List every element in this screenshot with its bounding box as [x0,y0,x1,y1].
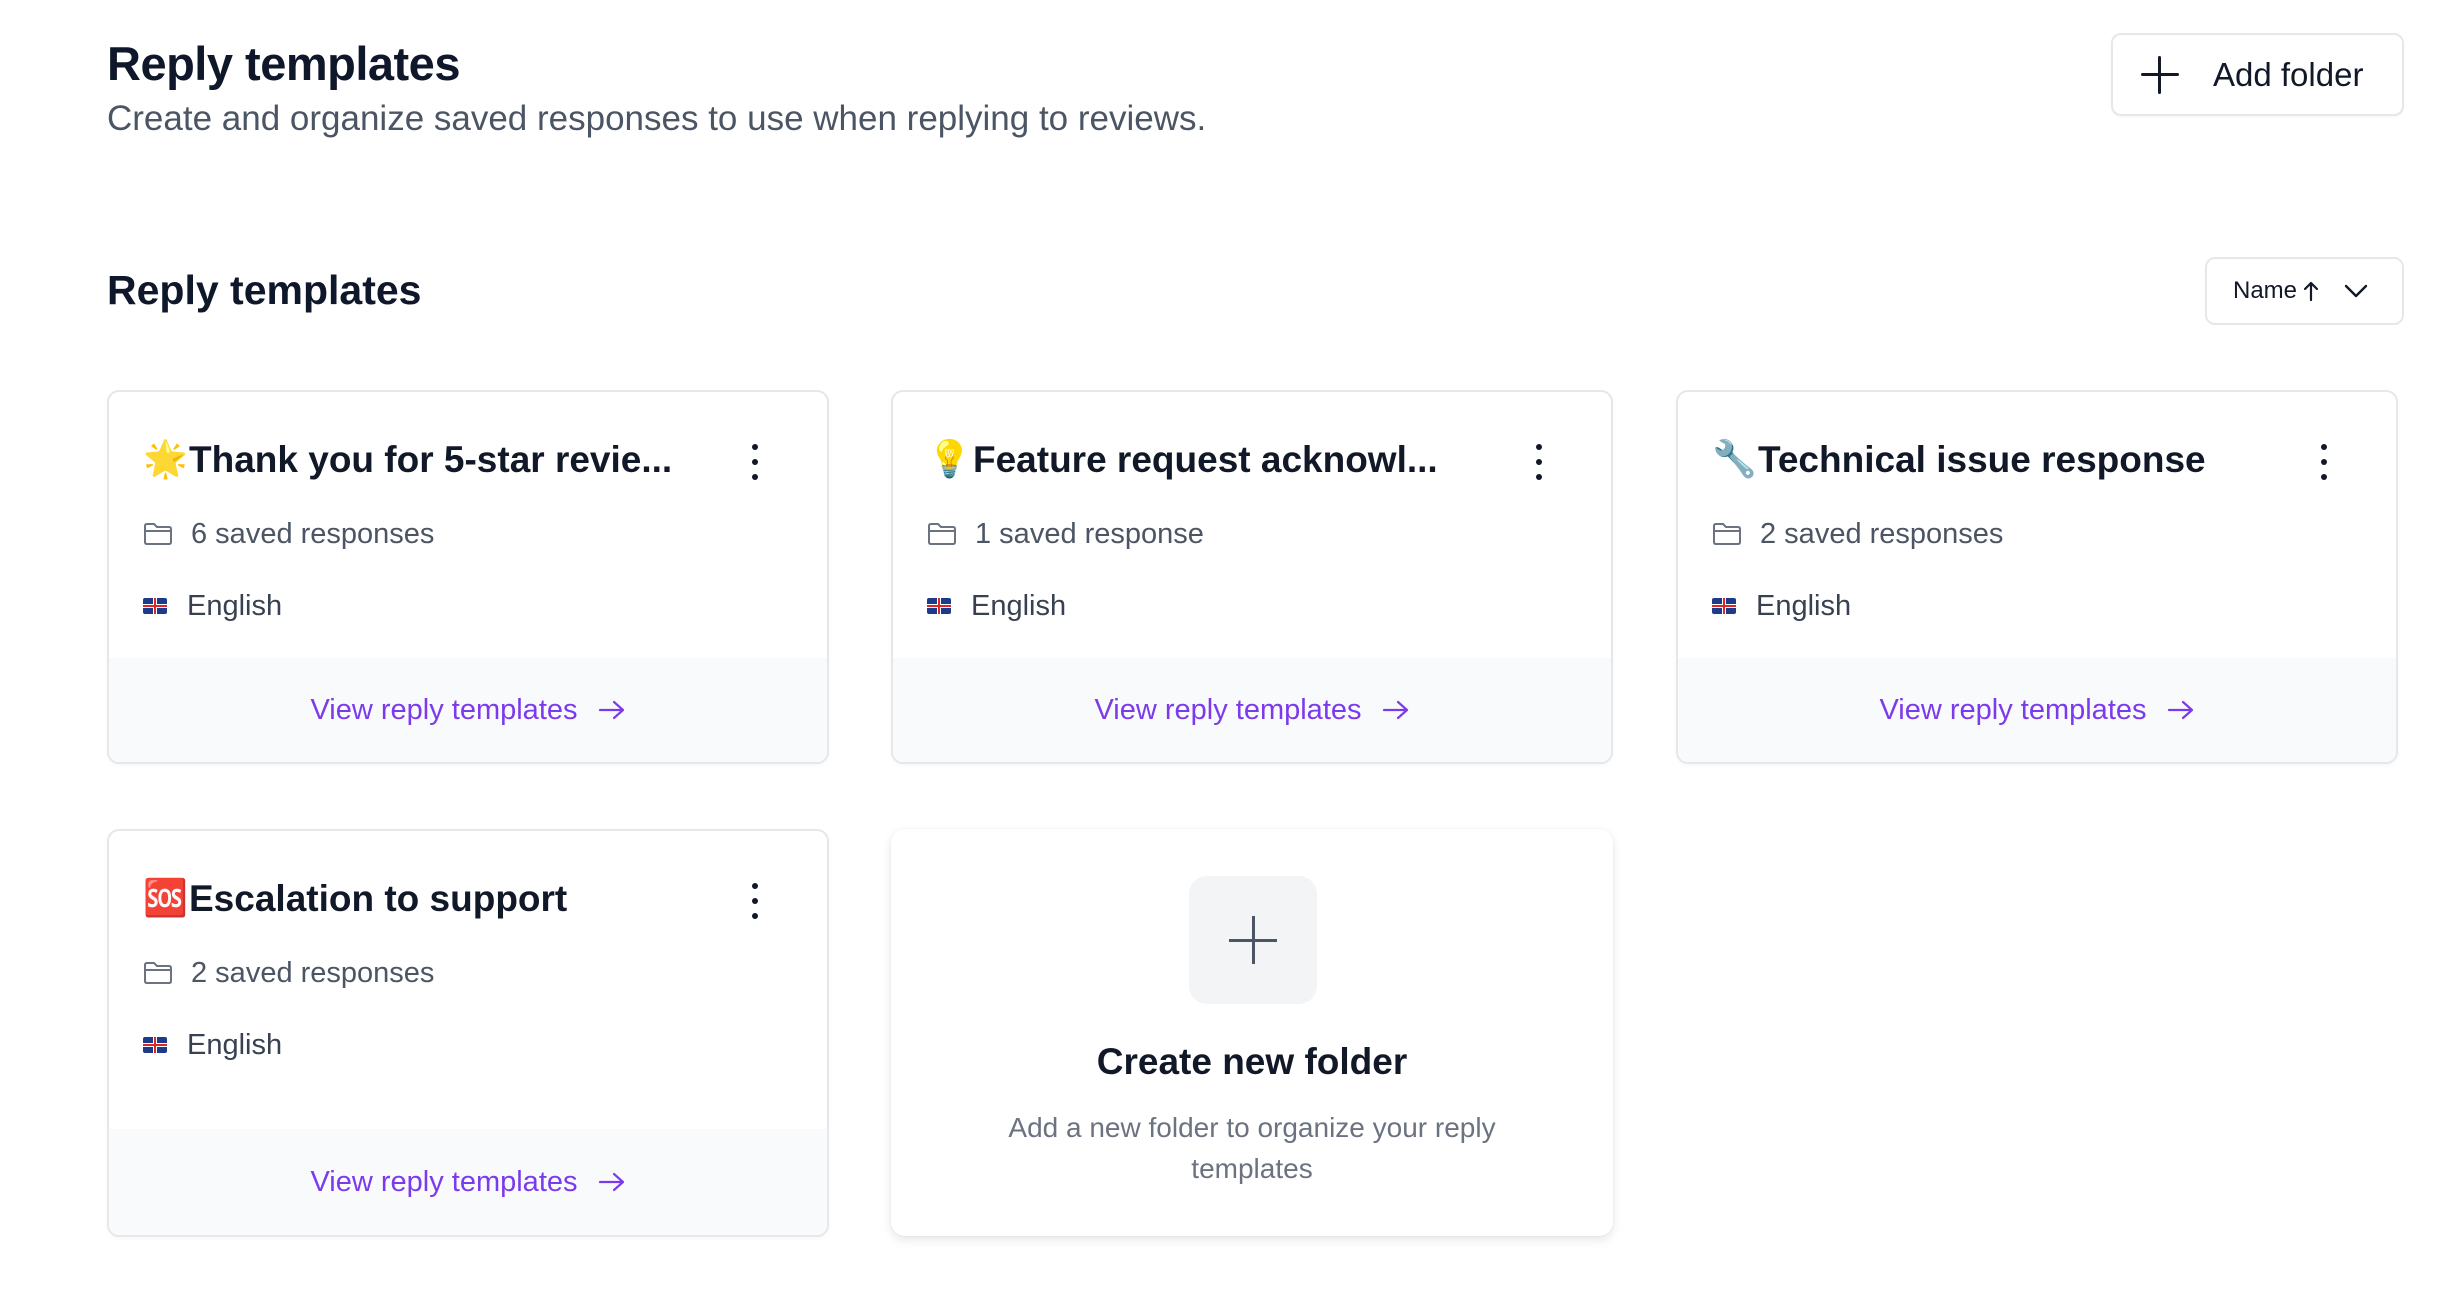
responses-count-row: 1 saved response [927,514,1577,554]
uk-flag-icon [143,1037,167,1053]
language-label: English [187,589,283,622]
chevron-down-icon [2344,284,2368,298]
folder-card: 🌟 Thank you for 5-star revie... 6 saved … [107,390,829,764]
more-options-icon[interactable] [1529,444,1549,480]
section-title: Reply templates [107,267,422,313]
responses-count-row: 6 saved responses [143,514,793,554]
view-reply-templates-label: View reply templates [310,1165,578,1198]
view-reply-templates-label: View reply templates [1879,693,2147,726]
language-row: English [143,586,793,626]
responses-count-row: 2 saved responses [1712,514,2362,554]
arrow-up-icon [2303,281,2319,302]
arrow-right-icon [598,700,624,720]
more-options-icon[interactable] [745,444,765,480]
responses-count: 6 saved responses [191,517,435,550]
language-label: English [971,589,1067,622]
folder-card: 🆘 Escalation to support 2 saved response… [107,829,829,1237]
uk-flag-icon [143,598,167,614]
page-header: Reply templates Create and organize save… [107,36,1206,142]
language-label: English [187,1028,283,1061]
add-folder-label: Add folder [2213,55,2364,93]
arrow-right-icon [1382,700,1408,720]
add-folder-button[interactable]: Add folder [2111,33,2404,116]
create-folder-description: Add a new folder to organize your reply … [1008,1112,1496,1184]
plus-icon [2141,55,2179,94]
folder-title[interactable]: Technical issue response [1758,439,2206,481]
folder-title[interactable]: Thank you for 5-star revie... [189,439,672,481]
folder-icon [928,523,956,545]
sort-dropdown[interactable]: Name [2205,257,2404,325]
create-new-folder-card[interactable]: Create new folder Add a new folder to or… [891,829,1613,1236]
language-row: English [927,586,1577,626]
responses-count: 2 saved responses [1760,517,2004,550]
language-row: English [1712,586,2362,626]
responses-count: 1 saved response [975,517,1204,550]
create-folder-plus-button[interactable] [1189,876,1317,1004]
folder-card: 💡 Feature request acknowl... 1 saved res… [891,390,1613,764]
create-folder-title: Create new folder [1096,1041,1408,1082]
responses-count-row: 2 saved responses [143,953,793,993]
wrench-emoji-icon: 🔧 [1712,439,1757,480]
more-options-icon[interactable] [2314,444,2334,480]
more-options-icon[interactable] [745,883,765,919]
language-row: English [143,1025,793,1065]
folder-title[interactable]: Feature request acknowl... [973,439,1438,481]
lightbulb-emoji-icon: 💡 [927,439,972,480]
folder-icon [144,523,172,545]
view-reply-templates-label: View reply templates [1094,693,1362,726]
reply-templates-page: Reply templates Create and organize save… [0,0,2442,1314]
sort-label: Name [2233,277,2298,304]
arrow-right-icon [2167,700,2193,720]
view-reply-templates-link[interactable]: View reply templates [109,1129,827,1235]
page-title: Reply templates [107,37,460,90]
view-reply-templates-link[interactable]: View reply templates [109,658,827,762]
folder-title[interactable]: Escalation to support [189,878,567,920]
star-emoji-icon: 🌟 [143,439,188,480]
uk-flag-icon [927,598,951,614]
arrow-right-icon [598,1172,624,1192]
folder-icon [144,962,172,984]
folder-icon [1713,523,1741,545]
responses-count: 2 saved responses [191,956,435,989]
view-reply-templates-link[interactable]: View reply templates [893,658,1611,762]
view-reply-templates-link[interactable]: View reply templates [1678,658,2396,762]
language-label: English [1756,589,1852,622]
plus-icon [1229,916,1277,964]
page-subtitle: Create and organize saved responses to u… [107,99,1207,138]
view-reply-templates-label: View reply templates [310,693,578,726]
sos-emoji-icon: 🆘 [143,878,188,919]
folder-card: 🔧 Technical issue response 2 saved respo… [1676,390,2398,764]
uk-flag-icon [1712,598,1736,614]
